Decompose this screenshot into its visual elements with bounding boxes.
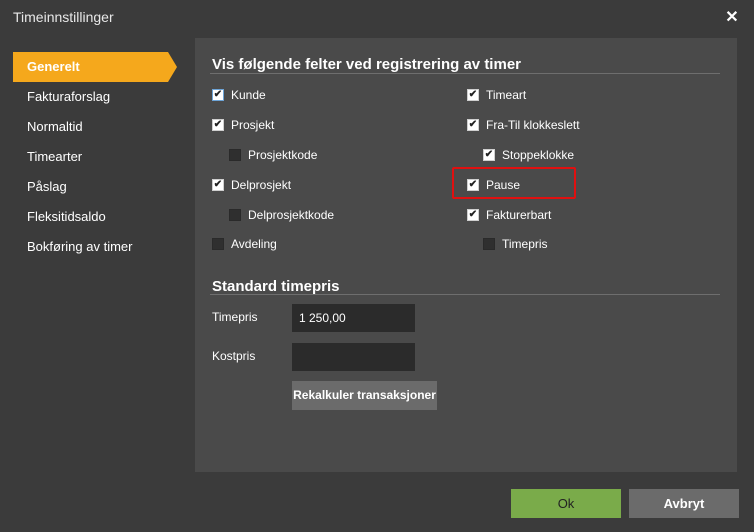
kostpris-input[interactable] bbox=[292, 343, 415, 371]
checkbox-icon[interactable] bbox=[467, 119, 479, 131]
recalculate-transactions-button[interactable]: Rekalkuler transaksjoner bbox=[292, 381, 437, 410]
rate-section-title: Standard timepris bbox=[212, 278, 340, 295]
checkbox-icon[interactable] bbox=[467, 89, 479, 101]
checkbox-label: Prosjekt bbox=[231, 118, 275, 132]
checkbox-label: Stoppeklokke bbox=[502, 148, 575, 162]
fields-section-title: Vis følgende felter ved registrering av … bbox=[212, 56, 521, 73]
checkbox-label: Kunde bbox=[231, 88, 266, 102]
sidebar-item-generelt[interactable]: Generelt bbox=[13, 52, 177, 82]
kostpris-label: Kostpris bbox=[212, 349, 256, 363]
close-icon[interactable]: ✕ bbox=[720, 6, 744, 30]
settings-panel: Vis følgende felter ved registrering av … bbox=[195, 38, 737, 472]
checkbox-icon[interactable] bbox=[229, 149, 241, 161]
ok-button[interactable]: Ok bbox=[511, 489, 621, 518]
divider bbox=[210, 73, 720, 74]
divider bbox=[210, 294, 720, 295]
checkbox-icon[interactable] bbox=[483, 238, 495, 250]
checkbox-icon[interactable] bbox=[212, 119, 224, 131]
checkbox-stoppeklokke[interactable]: Stoppeklokke bbox=[483, 145, 574, 165]
checkbox-label: Fakturerbart bbox=[486, 208, 552, 222]
checkbox-icon[interactable] bbox=[483, 149, 495, 161]
checkbox-icon[interactable] bbox=[212, 238, 224, 250]
checkbox-prosjektkode[interactable]: Prosjektkode bbox=[229, 145, 317, 165]
checkbox-label: Avdeling bbox=[231, 237, 277, 251]
checkbox-label: Prosjektkode bbox=[248, 148, 318, 162]
checkbox-kunde[interactable]: Kunde bbox=[212, 85, 266, 105]
window-title: Timeinnstillinger bbox=[13, 9, 114, 25]
checkbox-fra-til-klokkeslett[interactable]: Fra-Til klokkeslett bbox=[467, 115, 580, 135]
sidebar-item-fleksitidsaldo[interactable]: Fleksitidsaldo bbox=[13, 202, 177, 232]
cancel-button[interactable]: Avbryt bbox=[629, 489, 739, 518]
sidebar-item-normaltid[interactable]: Normaltid bbox=[13, 112, 177, 142]
checkbox-fakturerbart[interactable]: Fakturerbart bbox=[467, 205, 551, 225]
checkbox-label: Timepris bbox=[502, 237, 548, 251]
checkbox-label: Delprosjektkode bbox=[248, 208, 335, 222]
checkbox-timeart[interactable]: Timeart bbox=[467, 85, 526, 105]
sidebar-item-bokforing-av-timer[interactable]: Bokføring av timer bbox=[13, 232, 177, 262]
checkbox-avdeling[interactable]: Avdeling bbox=[212, 234, 277, 254]
sidebar-item-timearter[interactable]: Timearter bbox=[13, 142, 177, 172]
sidebar-item-paslag[interactable]: Påslag bbox=[13, 172, 177, 202]
sidebar-item-fakturaforslag[interactable]: Fakturaforslag bbox=[13, 82, 177, 112]
title-bar: Timeinnstillinger ✕ bbox=[0, 0, 754, 34]
checkbox-delprosjekt[interactable]: Delprosjekt bbox=[212, 175, 291, 195]
timepris-label: Timepris bbox=[212, 310, 258, 324]
checkbox-prosjekt[interactable]: Prosjekt bbox=[212, 115, 274, 135]
highlight-box bbox=[452, 167, 576, 199]
timepris-input[interactable] bbox=[292, 304, 415, 332]
checkbox-icon[interactable] bbox=[467, 209, 479, 221]
checkbox-label: Delprosjekt bbox=[231, 178, 292, 192]
checkbox-icon[interactable] bbox=[212, 179, 224, 191]
checkbox-icon[interactable] bbox=[229, 209, 241, 221]
checkbox-label: Fra-Til klokkeslett bbox=[486, 118, 580, 132]
checkbox-icon[interactable] bbox=[212, 89, 224, 101]
sidebar: Generelt Fakturaforslag Normaltid Timear… bbox=[0, 34, 194, 484]
checkbox-label: Timeart bbox=[486, 88, 527, 102]
checkbox-delprosjektkode[interactable]: Delprosjektkode bbox=[229, 205, 334, 225]
checkbox-timepris[interactable]: Timepris bbox=[483, 234, 548, 254]
